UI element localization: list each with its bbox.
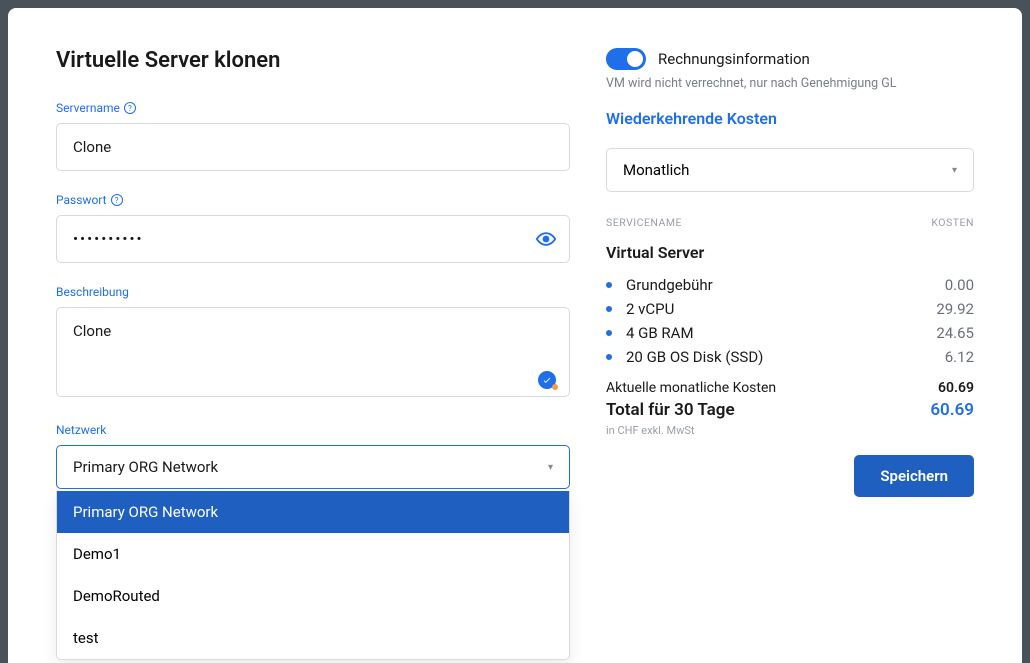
save-button[interactable]: Speichern [854, 455, 974, 497]
help-icon[interactable]: ? [111, 194, 123, 206]
bullet-icon [606, 330, 612, 336]
description-input[interactable] [56, 307, 570, 397]
modal-title: Virtuelle Server klonen [56, 48, 570, 73]
network-label: Netzwerk [56, 423, 570, 437]
bullet-icon [606, 282, 612, 288]
total-cost-label: Total für 30 Tage [606, 400, 735, 420]
description-label-text: Beschreibung [56, 285, 129, 299]
chevron-down-icon: ▾ [952, 165, 957, 176]
network-dropdown: Primary ORG Network Demo1 DemoRouted tes… [56, 491, 570, 660]
network-option[interactable]: Demo1 [57, 533, 569, 575]
header-servicename: SERVICENAME [606, 216, 682, 229]
cost-line: Grundgebühr 0.00 [606, 276, 974, 294]
current-cost-label: Aktuelle monatliche Kosten [606, 380, 776, 396]
cost-label: 2 vCPU [626, 300, 936, 318]
cost-value: 6.12 [945, 348, 974, 366]
help-icon[interactable]: ? [124, 102, 136, 114]
form-column: Virtuelle Server klonen Servername ? Pas… [56, 48, 570, 633]
recurring-costs-title: Wiederkehrende Kosten [606, 109, 974, 128]
billing-toggle-sub: VM wird nicht verrechnet, nur nach Geneh… [606, 76, 974, 91]
total-cost-value: 60.69 [930, 400, 974, 420]
cost-label: 20 GB OS Disk (SSD) [626, 348, 945, 366]
servername-input[interactable] [56, 123, 570, 171]
currency-note: in CHF exkl. MwSt [606, 424, 974, 437]
total-cost-line: Total für 30 Tage 60.69 [606, 400, 974, 420]
current-cost-value: 60.69 [938, 380, 974, 396]
cost-line: 2 vCPU 29.92 [606, 300, 974, 318]
bullet-icon [606, 354, 612, 360]
chevron-down-icon: ▾ [548, 462, 553, 473]
billing-toggle-label: Rechnungsinformation [658, 50, 810, 68]
network-selected-value: Primary ORG Network [73, 458, 218, 476]
cost-label: 4 GB RAM [626, 324, 936, 342]
billing-toggle[interactable] [606, 48, 646, 70]
cost-line: 20 GB OS Disk (SSD) 6.12 [606, 348, 974, 366]
billing-column: Rechnungsinformation VM wird nicht verre… [606, 48, 974, 633]
network-option[interactable]: DemoRouted [57, 575, 569, 617]
description-label: Beschreibung [56, 285, 570, 299]
current-cost-line: Aktuelle monatliche Kosten 60.69 [606, 380, 974, 396]
bullet-icon [606, 306, 612, 312]
servername-label-text: Servername [56, 101, 120, 115]
password-label: Passwort ? [56, 193, 570, 207]
password-label-text: Passwort [56, 193, 107, 207]
network-label-text: Netzwerk [56, 423, 106, 437]
clone-server-modal: Virtuelle Server klonen Servername ? Pas… [8, 8, 1022, 663]
network-option[interactable]: Primary ORG Network [57, 491, 569, 533]
network-option[interactable]: test [57, 617, 569, 659]
password-input[interactable] [56, 215, 570, 263]
cost-value: 29.92 [936, 300, 974, 318]
cost-label: Grundgebühr [626, 276, 945, 294]
cost-value: 0.00 [945, 276, 974, 294]
cost-value: 24.65 [936, 324, 974, 342]
header-cost: KOSTEN [931, 216, 974, 229]
billing-period-value: Monatlich [623, 161, 689, 179]
cost-line: 4 GB RAM 24.65 [606, 324, 974, 342]
billing-period-select[interactable]: Monatlich ▾ [606, 148, 974, 192]
servername-label: Servername ? [56, 101, 570, 115]
network-select[interactable]: Primary ORG Network ▾ [56, 445, 570, 489]
cost-table-header: SERVICENAME KOSTEN [606, 216, 974, 229]
show-password-icon[interactable] [536, 229, 556, 253]
service-name: Virtual Server [606, 243, 974, 262]
grammar-check-icon[interactable] [538, 371, 556, 389]
